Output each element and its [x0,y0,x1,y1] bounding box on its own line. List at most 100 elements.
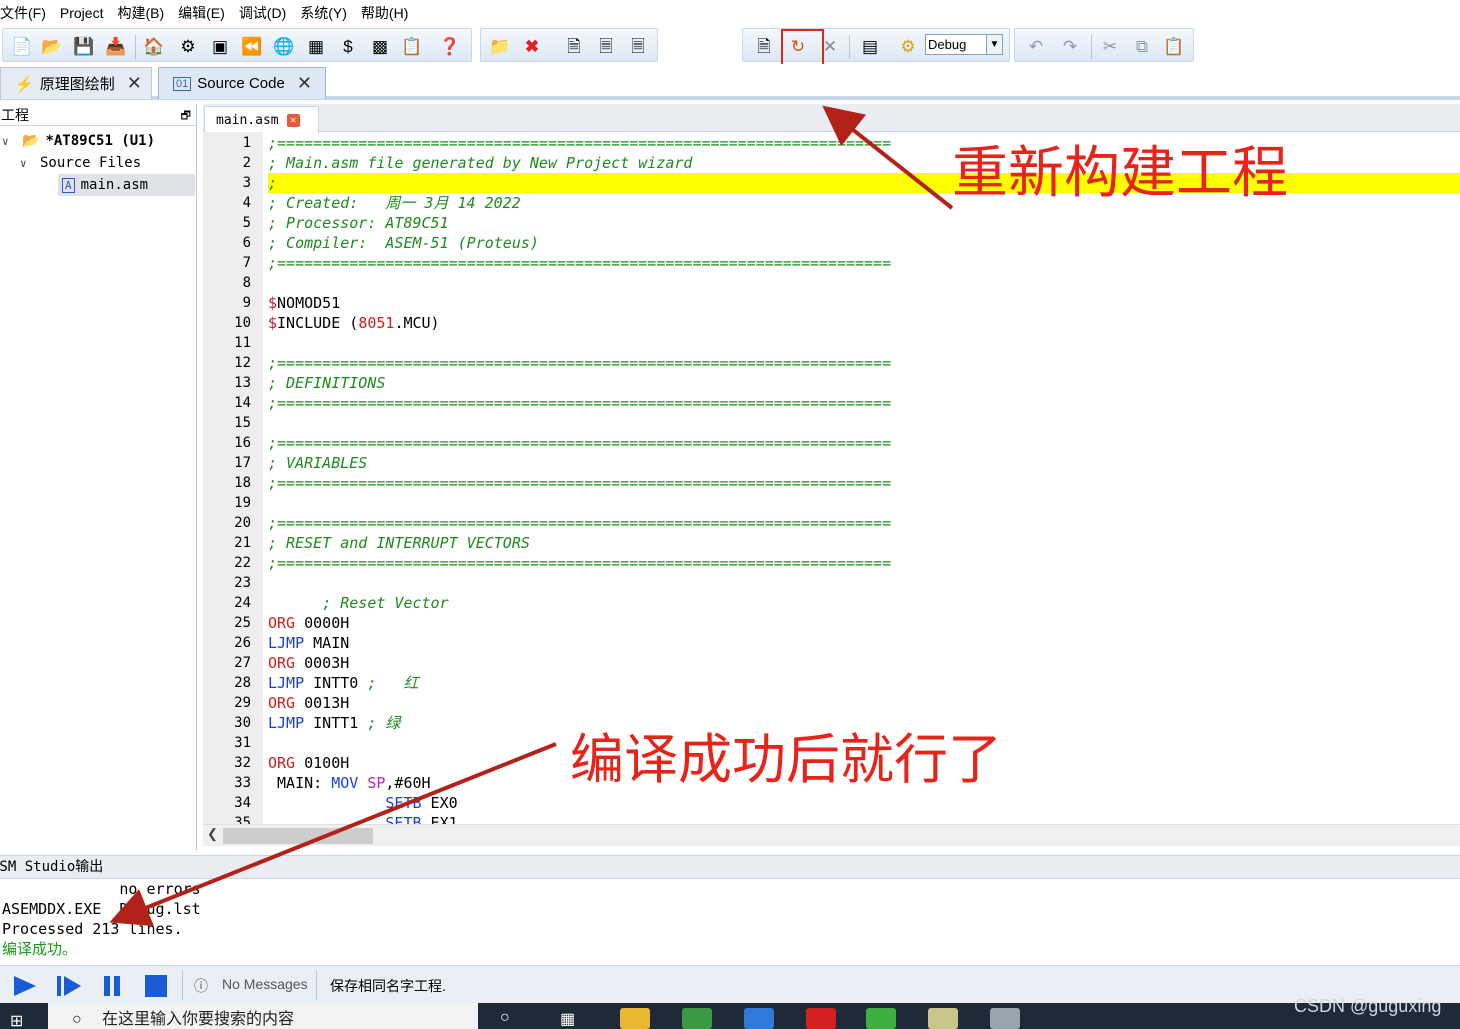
chevron-down-icon[interactable]: ∨ [2,135,16,148]
menu-file[interactable]: 文件(F) [0,3,53,23]
line-number: 3 [242,175,251,191]
close-icon[interactable]: ✕ [127,73,142,94]
file-explorer-icon[interactable] [620,1008,650,1029]
code-line[interactable]: 21 ; RESET and INTERRUPT VECTORS [203,533,1460,553]
code-line[interactable]: 28 LJMP INTT0 ; 红 [203,673,1460,693]
menu-debug[interactable]: 调试(D) [239,3,293,23]
code-line[interactable]: 11 [203,333,1460,353]
code-text: ORG 0003H [268,654,350,672]
scroll-left-icon[interactable]: ❮ [207,826,218,842]
code-line[interactable]: 27 ORG 0003H [203,653,1460,673]
new-file-icon[interactable]: 📄 [9,33,35,59]
page-forward-icon[interactable]: 🗏 [593,33,619,59]
code-line[interactable]: 17 ; VARIABLES [203,453,1460,473]
code-line[interactable]: 12 ;=====================================… [203,353,1460,373]
undo-icon[interactable]: ↶ [1023,33,1049,59]
tab-schematic[interactable]: ⚡ 原理图绘制 ✕ [0,67,152,99]
chip-icon[interactable]: ▣ [207,33,233,59]
help-icon[interactable]: ❓ [437,33,463,59]
status-messages[interactable]: No Messages [222,976,308,992]
stop-icon[interactable] [142,973,170,999]
build-icon[interactable]: 🗎 [751,33,777,59]
code-text: $NOMOD51 [268,294,341,312]
tree-item-root[interactable]: ∨ 📂 *AT89C51 (U1) [2,130,155,152]
menu-edit[interactable]: 编辑(E) [178,3,232,23]
code-line[interactable]: 13 ; DEFINITIONS [203,373,1460,393]
binary-icon[interactable]: ▩ [367,33,393,59]
notes-icon[interactable] [928,1008,958,1029]
task-view-icon[interactable]: ○ [500,1009,510,1027]
scrollbar-thumb[interactable] [223,828,373,844]
page-back-icon[interactable]: 🗏 [625,33,651,59]
tab-source-code[interactable]: 01 Source Code ✕ [158,67,326,99]
menu-project[interactable]: Project [60,5,111,21]
step-icon[interactable] [54,973,82,999]
code-line[interactable]: 5 ; Processor: AT89C51 [203,213,1460,233]
rewind-icon[interactable]: ⏪ [239,33,265,59]
add-file-icon[interactable]: 📁 [487,33,513,59]
code-line[interactable]: 25 ORG 0000H [203,613,1460,633]
cut-icon[interactable]: ✂ [1097,33,1123,59]
code-line[interactable]: 19 [203,493,1460,513]
globe-icon[interactable]: 🌐 [271,33,297,59]
play-icon[interactable] [10,973,38,999]
paste-icon[interactable]: 📋 [1161,33,1187,59]
menu-system[interactable]: 系统(Y) [300,3,354,23]
menu-bar: 文件(F) Project 构建(B) 编辑(E) 调试(D) 系统(Y) 帮助… [0,0,1460,26]
save-icon[interactable]: 💾 [71,33,97,59]
close-icon[interactable]: ✕ [297,73,312,94]
code-line[interactable]: 29 ORG 0013H [203,693,1460,713]
taskbar-search-input[interactable]: ○ 在这里输入你要搜索的内容 [48,1003,478,1029]
task-view-icon[interactable]: ▦ [560,1009,575,1029]
code-line[interactable]: 26 LJMP MAIN [203,633,1460,653]
proteus-icon[interactable] [990,1008,1020,1029]
page-icon[interactable]: 🗎 [561,33,587,59]
code-line[interactable]: 22 ;=====================================… [203,553,1460,573]
import-icon[interactable]: 📥 [103,33,129,59]
redo-icon[interactable]: ↷ [1057,33,1083,59]
tab-main-asm[interactable]: main.asm ✕ [204,106,319,133]
pause-icon[interactable] [98,973,126,999]
code-line[interactable]: 35 SETB EX1 [203,813,1460,824]
wechat-icon[interactable] [866,1008,896,1029]
code-line[interactable]: 14 ;=====================================… [203,393,1460,413]
pin-icon[interactable]: 🗗 [181,107,191,126]
open-folder-icon[interactable]: 📂 [39,33,65,59]
code-line[interactable]: 8 [203,273,1460,293]
chrome-icon[interactable] [682,1008,712,1029]
mail-icon[interactable] [744,1008,774,1029]
toolbar-group-main: 📄 📂 💾 📥 🏠 ⚙ ▣ ⏪ 🌐 ▦ $ ▩ 📋 ❓ [2,28,472,62]
close-icon[interactable]: ✕ [286,113,300,127]
code-line[interactable]: 6 ; Compiler: ASEM-51 (Proteus) [203,233,1460,253]
code-line[interactable]: 15 [203,413,1460,433]
dollar-icon[interactable]: $ [335,33,361,59]
build-config-select[interactable]: Debug ▼ [925,34,1003,55]
chip-settings-icon[interactable]: ▤ [857,33,883,59]
menu-build[interactable]: 构建(B) [117,3,171,23]
code-line[interactable]: 34 SETB EX0 [203,793,1460,813]
code-line[interactable]: 9 $NOMOD51 [203,293,1460,313]
home-icon[interactable]: 🏠 [141,33,167,59]
copy-icon[interactable]: ⧉ [1129,33,1155,59]
code-line[interactable]: 18 ;=====================================… [203,473,1460,493]
code-line[interactable]: 23 [203,573,1460,593]
tree-item-source-files[interactable]: ∨ Source Files [20,152,141,174]
gear-icon[interactable]: ⚙ [895,33,921,59]
delete-icon[interactable]: ✖ [519,33,545,59]
chevron-down-icon[interactable]: ∨ [20,157,34,170]
wps-icon[interactable] [806,1008,836,1029]
tree-item-main-asm[interactable]: A main.asm [58,174,195,196]
code-line[interactable]: 20 ;=====================================… [203,513,1460,533]
code-line[interactable]: 10 $INCLUDE (8051.MCU) [203,313,1460,333]
menu-help[interactable]: 帮助(H) [361,3,415,23]
chevron-down-icon[interactable]: ▼ [986,35,1002,54]
component-icon[interactable]: ⚙ [175,33,201,59]
report-icon[interactable]: 📋 [399,33,425,59]
board-icon[interactable]: ▦ [303,33,329,59]
horizontal-scrollbar[interactable]: ❮ [203,824,1460,846]
code-line[interactable]: 7 ;======================================… [203,253,1460,273]
schematic-icon: ⚡ [15,75,34,93]
code-line[interactable]: 24 ; Reset Vector [203,593,1460,613]
code-line[interactable]: 16 ;=====================================… [203,433,1460,453]
windows-start-icon[interactable]: ⊞ [10,1011,32,1029]
